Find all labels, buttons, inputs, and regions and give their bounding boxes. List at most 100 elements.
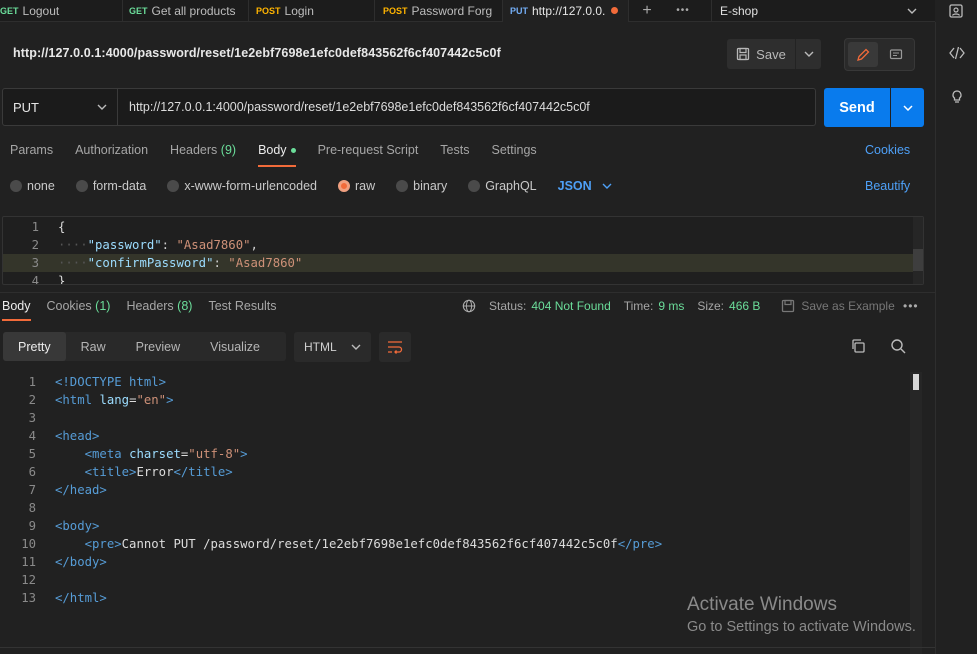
copy-icon[interactable] (850, 338, 866, 354)
code-text: <html lang="en"> (55, 393, 174, 407)
tab-pre-request-script[interactable]: Pre-request Script (318, 143, 419, 167)
code-snippet-icon[interactable] (936, 31, 977, 75)
response-tab-test-results[interactable]: Test Results (208, 299, 276, 321)
code-text: ····"confirmPassword": "Asad7860" (58, 256, 303, 270)
json-comma: , (250, 238, 258, 252)
pane-divider[interactable] (0, 292, 935, 293)
tab-settings[interactable]: Settings (491, 143, 536, 167)
html-attr: lang (99, 393, 130, 407)
view-tab-pretty[interactable]: Pretty (3, 332, 66, 361)
status-label: Status: (489, 299, 527, 313)
tab-authorization[interactable]: Authorization (75, 143, 148, 167)
response-tab-headers[interactable]: Headers (8) (126, 299, 192, 321)
tab-method: GET (0, 5, 19, 16)
html-tag: </body> (55, 555, 107, 569)
html-tag: </title> (173, 465, 233, 479)
scrollbar-thumb[interactable] (913, 249, 923, 271)
environment-quick-look-icon[interactable] (947, 2, 965, 20)
cookies-link[interactable]: Cookies (865, 143, 910, 157)
send-options-button[interactable] (891, 88, 924, 127)
radio-form-data[interactable]: form-data (75, 179, 147, 193)
time-value[interactable]: 9 ms (658, 299, 684, 313)
tab-get-all-products[interactable]: GET Get all products (123, 0, 249, 22)
radio-label: GraphQL (485, 179, 537, 193)
right-sidebar (935, 22, 977, 654)
radio-urlencoded[interactable]: x-www-form-urlencoded (167, 179, 317, 193)
radio-label: raw (355, 179, 376, 193)
radio-graphql[interactable]: GraphQL (468, 179, 537, 193)
code-text: <!DOCTYPE html> (55, 375, 166, 389)
save-icon (782, 299, 795, 313)
radio-none[interactable]: none (10, 179, 55, 193)
search-icon[interactable] (890, 338, 906, 354)
watermark-subtitle: Go to Settings to activate Windows. (687, 619, 916, 635)
save-button[interactable]: Save (727, 39, 795, 69)
tab-tests[interactable]: Tests (440, 143, 469, 167)
radio-raw[interactable]: raw (338, 179, 375, 193)
code-line: 4 <head> (0, 427, 100, 445)
method-select[interactable]: PUT (2, 88, 118, 126)
save-as-example-button[interactable]: Save as Example (781, 299, 895, 313)
time-label: Time: (623, 299, 654, 313)
scrollbar-thumb[interactable] (913, 374, 919, 390)
beautify-link[interactable]: Beautify (865, 179, 910, 193)
save-options-button[interactable] (795, 39, 821, 69)
html-tag: <head> (55, 429, 100, 443)
code-line: 12 (0, 571, 38, 589)
tab-logout[interactable]: GET Logout (0, 0, 123, 22)
line-number: 4 (28, 429, 36, 443)
documentation-button[interactable] (881, 42, 911, 67)
html-attr-value: "en" (136, 393, 167, 407)
edit-pencil-button[interactable] (848, 42, 878, 67)
tab-body[interactable]: Body (258, 143, 296, 167)
request-body-editor[interactable]: 1 { 2 ····"password": "Asad7860", 3 ····… (2, 216, 924, 285)
send-button[interactable]: Send (824, 88, 890, 127)
line-number: 3 (28, 411, 36, 425)
html-tag: <body> (55, 519, 100, 533)
line-number: 1 (31, 220, 39, 234)
line-number: 5 (28, 447, 36, 461)
url-input[interactable]: http://127.0.0.1:4000/password/reset/1e2… (118, 88, 816, 126)
response-more-icon[interactable]: ••• (903, 299, 919, 313)
wrap-lines-button[interactable] (379, 332, 411, 362)
radio-binary[interactable]: binary (396, 179, 447, 193)
view-tab-visualize[interactable]: Visualize (195, 332, 275, 361)
html-doctype: <!DOCTYPE html> (55, 375, 167, 389)
tab-bar: GET Logout GET Get all products POST Log… (0, 0, 935, 22)
tab-put-reset[interactable]: PUT http://127.0.0. (503, 0, 629, 22)
new-tab-plus-icon[interactable]: + (629, 0, 665, 22)
response-language-select[interactable]: HTML (294, 332, 371, 362)
environment-select[interactable]: E-shop (711, 0, 923, 22)
tab-login[interactable]: POST Login (249, 0, 375, 22)
tab-more-icon[interactable]: ••• (665, 0, 701, 22)
html-tag: </pre> (617, 537, 663, 551)
status-value[interactable]: 404 Not Found (531, 299, 610, 313)
request-title[interactable]: http://127.0.0.1:4000/password/reset/1e2… (13, 46, 501, 60)
code-line: 9 <body> (0, 517, 100, 535)
html-tag: <title> (84, 465, 137, 479)
edit-mode-toggle (844, 38, 915, 71)
globe-icon[interactable] (462, 299, 476, 313)
radio-label: none (27, 179, 55, 193)
size-value[interactable]: 466 B (729, 299, 760, 313)
tab-headers-label: Headers (170, 143, 218, 157)
raw-language-select[interactable]: JSON (558, 179, 612, 193)
view-tab-raw[interactable]: Raw (66, 332, 121, 361)
comment-icon (889, 48, 903, 59)
tab-label: http://127.0.0. (532, 3, 606, 18)
chevron-down-icon (907, 8, 917, 14)
radio-label: form-data (92, 179, 147, 193)
html-text: Cannot PUT /password/reset/1e2ebf7698e1e… (121, 537, 618, 551)
tab-password-forgot[interactable]: POST Password Forg (375, 0, 503, 22)
response-headers-count: (8) (177, 299, 193, 313)
lightbulb-icon[interactable] (936, 75, 977, 119)
tab-params[interactable]: Params (10, 143, 53, 167)
environment-label: E-shop (720, 3, 759, 18)
tab-headers[interactable]: Headers (9) (170, 143, 236, 167)
editor-scrollbar[interactable] (913, 217, 923, 284)
method-label: PUT (13, 99, 39, 115)
view-tab-preview[interactable]: Preview (121, 332, 195, 361)
code-text: </body> (55, 555, 107, 569)
response-tab-body[interactable]: Body (2, 299, 31, 321)
response-tab-cookies[interactable]: Cookies (1) (47, 299, 111, 321)
